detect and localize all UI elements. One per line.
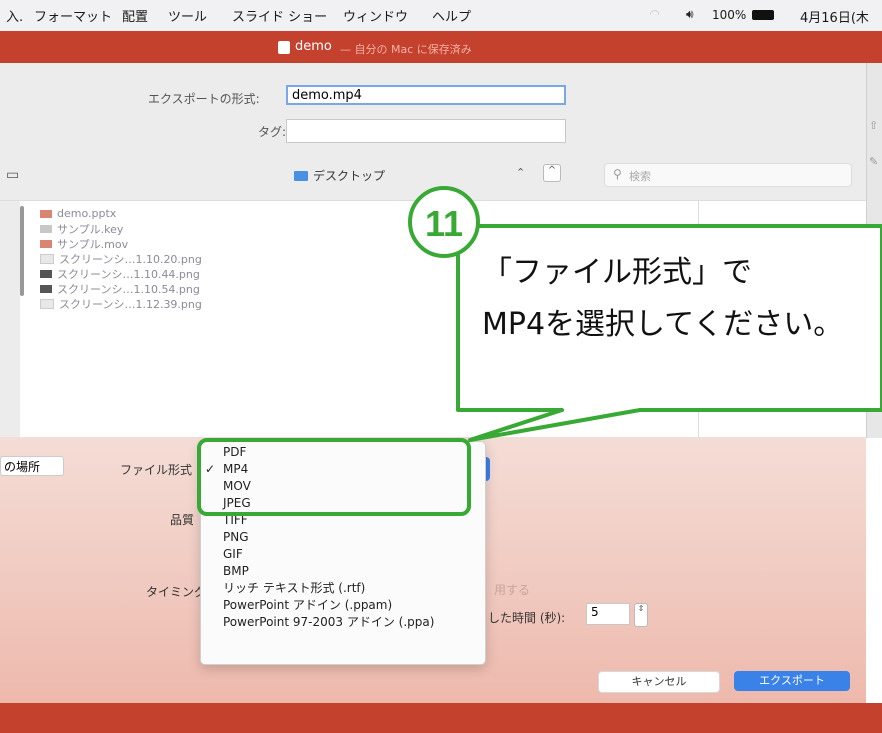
step-number: 11 (425, 203, 463, 244)
callout-line-1: 「ファイル形式」で (482, 255, 752, 290)
callout-line-2: MP4を選択してください。 (482, 307, 843, 342)
tutorial-annotation: 11 「ファイル形式」で MP4を選択してください。 (197, 186, 882, 516)
highlight-box (197, 438, 471, 516)
